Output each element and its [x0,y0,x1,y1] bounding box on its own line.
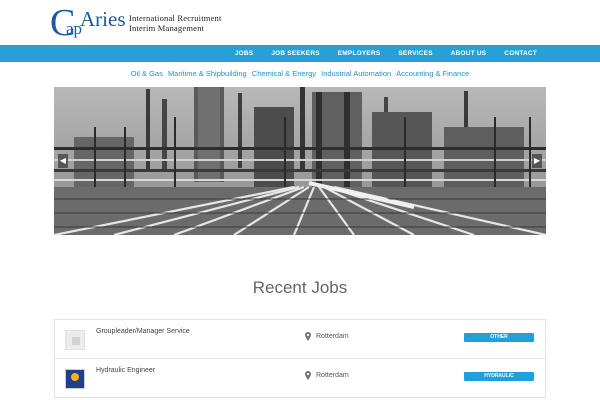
nav-item-jobs[interactable]: JOBS [226,45,263,62]
site-header: C ap Aries International Recruitment Int… [0,0,600,45]
chevron-right-icon: ▶ [533,156,541,165]
nav-item-employers[interactable]: EMPLOYERS [329,45,390,62]
map-pin-icon [305,332,311,341]
map-pin-icon [305,371,311,380]
job-location: Rotterdam [305,371,349,380]
nav-item-about-us[interactable]: ABOUT US [442,45,496,62]
main-navbar: JOBS JOB SEEKERS EMPLOYERS SERVICES ABOU… [0,45,600,62]
job-location: Rotterdam [305,332,349,341]
job-title[interactable]: Groupleader/Manager Service [96,328,190,335]
tagline: International Recruitment Interim Manage… [129,13,222,33]
hero-slider: ◀ ▶ [54,87,546,235]
company-logo [65,369,85,389]
job-category-badge[interactable]: HYDRAULIC [464,372,534,381]
nav-item-contact[interactable]: CONTACT [495,45,546,62]
industrial-plant-photo [54,87,546,235]
recent-jobs-title: Recent Jobs [252,278,348,297]
nav-item-job-seekers[interactable]: JOB SEEKERS [262,45,328,62]
sector-link-industrial-automation[interactable]: Industrial Automation [321,69,391,78]
job-location-text: Rotterdam [316,333,349,340]
sector-link-chemical-energy[interactable]: Chemical & Energy [252,69,316,78]
job-category-badge[interactable]: OTHER [464,333,534,342]
placeholder-building-icon [65,330,85,350]
logo-wordmark: Aries [80,7,126,31]
nav-item-services[interactable]: SERVICES [389,45,441,62]
sector-link-oil-gas[interactable]: Oil & Gas [131,69,163,78]
job-location-text: Rotterdam [316,372,349,379]
main-nav: JOBS JOB SEEKERS EMPLOYERS SERVICES ABOU… [226,45,546,62]
tagline-line-1: International Recruitment [129,13,222,23]
job-row[interactable]: Groupleader/Manager Service Rotterdam OT… [54,320,546,359]
job-title[interactable]: Hydraulic Engineer [96,367,155,374]
sector-links: Oil & Gas Maritime & Shipbuilding Chemic… [0,69,600,78]
sector-link-maritime[interactable]: Maritime & Shipbuilding [168,69,247,78]
tagline-line-2: Interim Management [129,23,205,33]
slider-prev-button[interactable]: ◀ [58,154,68,168]
sector-link-accounting-finance[interactable]: Accounting & Finance [396,69,469,78]
recent-jobs-list: Groupleader/Manager Service Rotterdam OT… [54,319,546,398]
slider-next-button[interactable]: ▶ [532,154,542,168]
chevron-left-icon: ◀ [59,156,67,165]
job-row[interactable]: Hydraulic Engineer Rotterdam HYDRAULIC [54,359,546,398]
capaires-logo[interactable]: C ap Aries [50,4,126,42]
